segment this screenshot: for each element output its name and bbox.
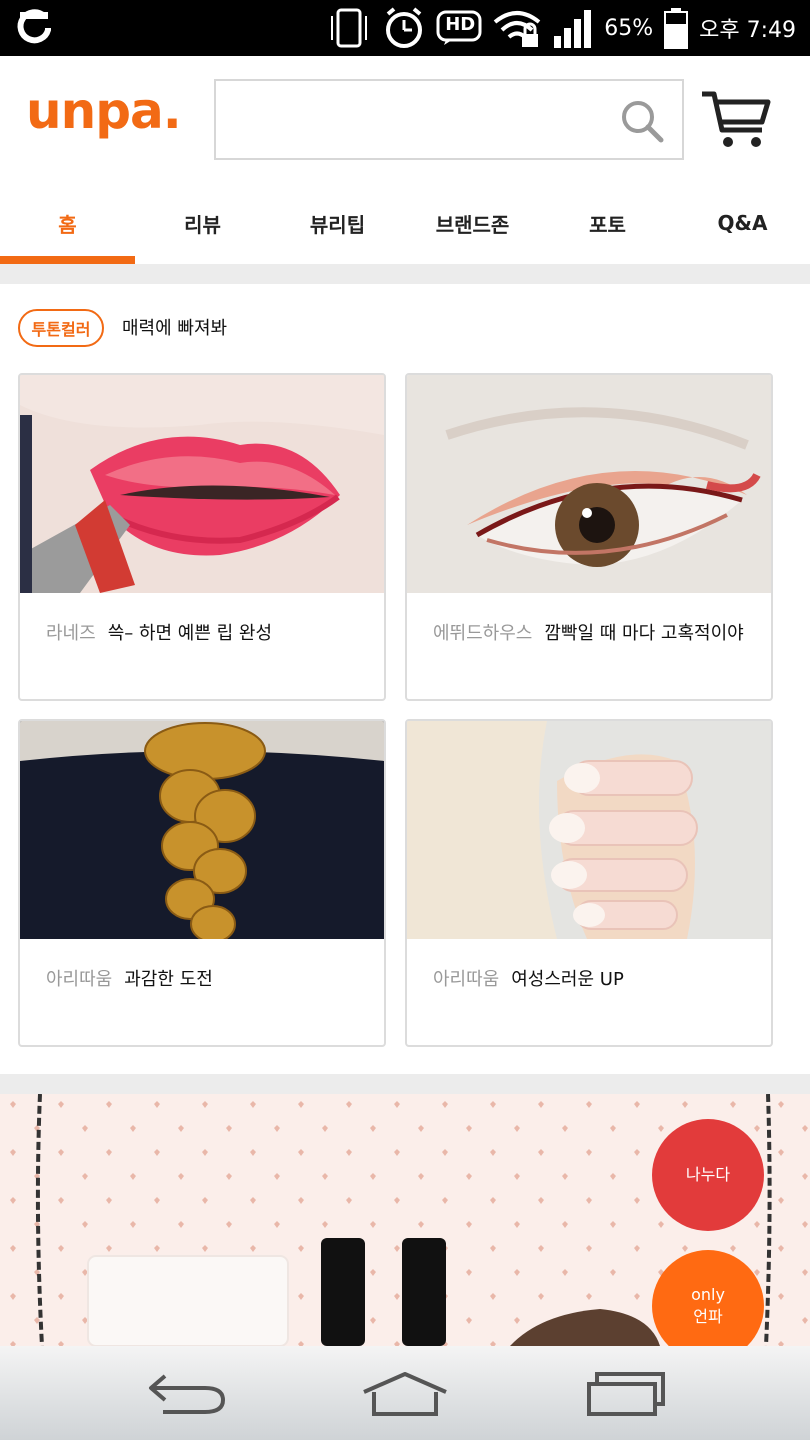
card-title: 과감한 도전 [124, 969, 213, 990]
card-caption: 라네즈 쓱– 하면 예쁜 립 완성 [46, 619, 272, 645]
card-title: 여성스러운 UP [511, 969, 624, 990]
divider [0, 1074, 810, 1094]
card-caption: 아리따움 과감한 도전 [46, 965, 213, 991]
section-title: 매력에 빠져봐 [122, 318, 228, 339]
card-caption: 아리따움 여성스러운 UP [433, 965, 624, 991]
battery-icon [663, 6, 689, 50]
unpa-logo[interactable]: unpa. [26, 82, 182, 140]
hd-icon: HD [436, 10, 482, 46]
hair-photo[interactable] [20, 721, 384, 939]
tab-home[interactable]: 홈 [0, 182, 135, 264]
section-tag[interactable]: 투톤컬러 [18, 309, 104, 347]
app-screen: HD 65% 오후 7:49 unpa. 홈 리뷰 뷰리팁 브랜드존 포토 Q&… [0, 0, 810, 1440]
recents-icon[interactable] [580, 1366, 670, 1420]
vibrate-icon [328, 6, 372, 50]
tab-qna[interactable]: Q&A [675, 182, 810, 264]
carrier-logo-icon [14, 8, 54, 48]
tab-beauty-tip[interactable]: 뷰리팁 [270, 182, 405, 264]
card-brand: 아리따움 [433, 969, 500, 990]
card-lip[interactable]: 라네즈 쓱– 하면 예쁜 립 완성 [18, 373, 386, 701]
tab-photo[interactable]: 포토 [540, 182, 675, 264]
nail-photo[interactable] [407, 721, 771, 939]
card-hair[interactable]: 아리따움 과감한 도전 [18, 719, 386, 1047]
share-button[interactable]: 나누다 [652, 1119, 764, 1231]
only-label: only [691, 1285, 725, 1304]
category-tabs: 홈 리뷰 뷰리팁 브랜드존 포토 Q&A [0, 182, 810, 264]
unpa-label: 언파 [693, 1307, 723, 1326]
card-eye[interactable]: 에뛰드하우스 깜빡일 때 마다 고혹적이야 [405, 373, 773, 701]
battery-percent: 65% [604, 15, 654, 41]
system-nav-bar [0, 1346, 810, 1440]
divider [0, 264, 810, 284]
card-title: 쓱– 하면 예쁜 립 완성 [107, 623, 273, 644]
cart-icon[interactable] [700, 90, 772, 150]
search-bar[interactable] [214, 79, 684, 160]
card-brand: 아리따움 [46, 969, 113, 990]
card-nail[interactable]: 아리따움 여성스러운 UP [405, 719, 773, 1047]
wifi-lock-icon [492, 6, 542, 50]
card-brand: 에뛰드하우스 [433, 623, 533, 644]
clock: 오후 7:49 [699, 18, 796, 43]
search-icon[interactable] [620, 99, 664, 143]
eye-photo[interactable] [407, 375, 771, 593]
status-bar: HD 65% 오후 7:49 [0, 0, 810, 56]
status-icons: HD 65% 오후 7:49 [328, 0, 796, 56]
tab-brand-zone[interactable]: 브랜드존 [405, 182, 540, 264]
signal-icon [552, 6, 594, 50]
tab-review[interactable]: 리뷰 [135, 182, 270, 264]
card-brand: 라네즈 [46, 623, 96, 644]
alarm-icon [382, 6, 426, 50]
lip-photo[interactable] [20, 375, 384, 593]
card-title: 깜빡일 때 마다 고혹적이야 [544, 623, 744, 644]
app-header: unpa. [0, 56, 810, 182]
home-icon[interactable] [360, 1366, 450, 1420]
card-caption: 에뛰드하우스 깜빡일 때 마다 고혹적이야 [433, 619, 744, 645]
search-input[interactable] [226, 91, 606, 148]
back-icon[interactable] [140, 1366, 230, 1420]
